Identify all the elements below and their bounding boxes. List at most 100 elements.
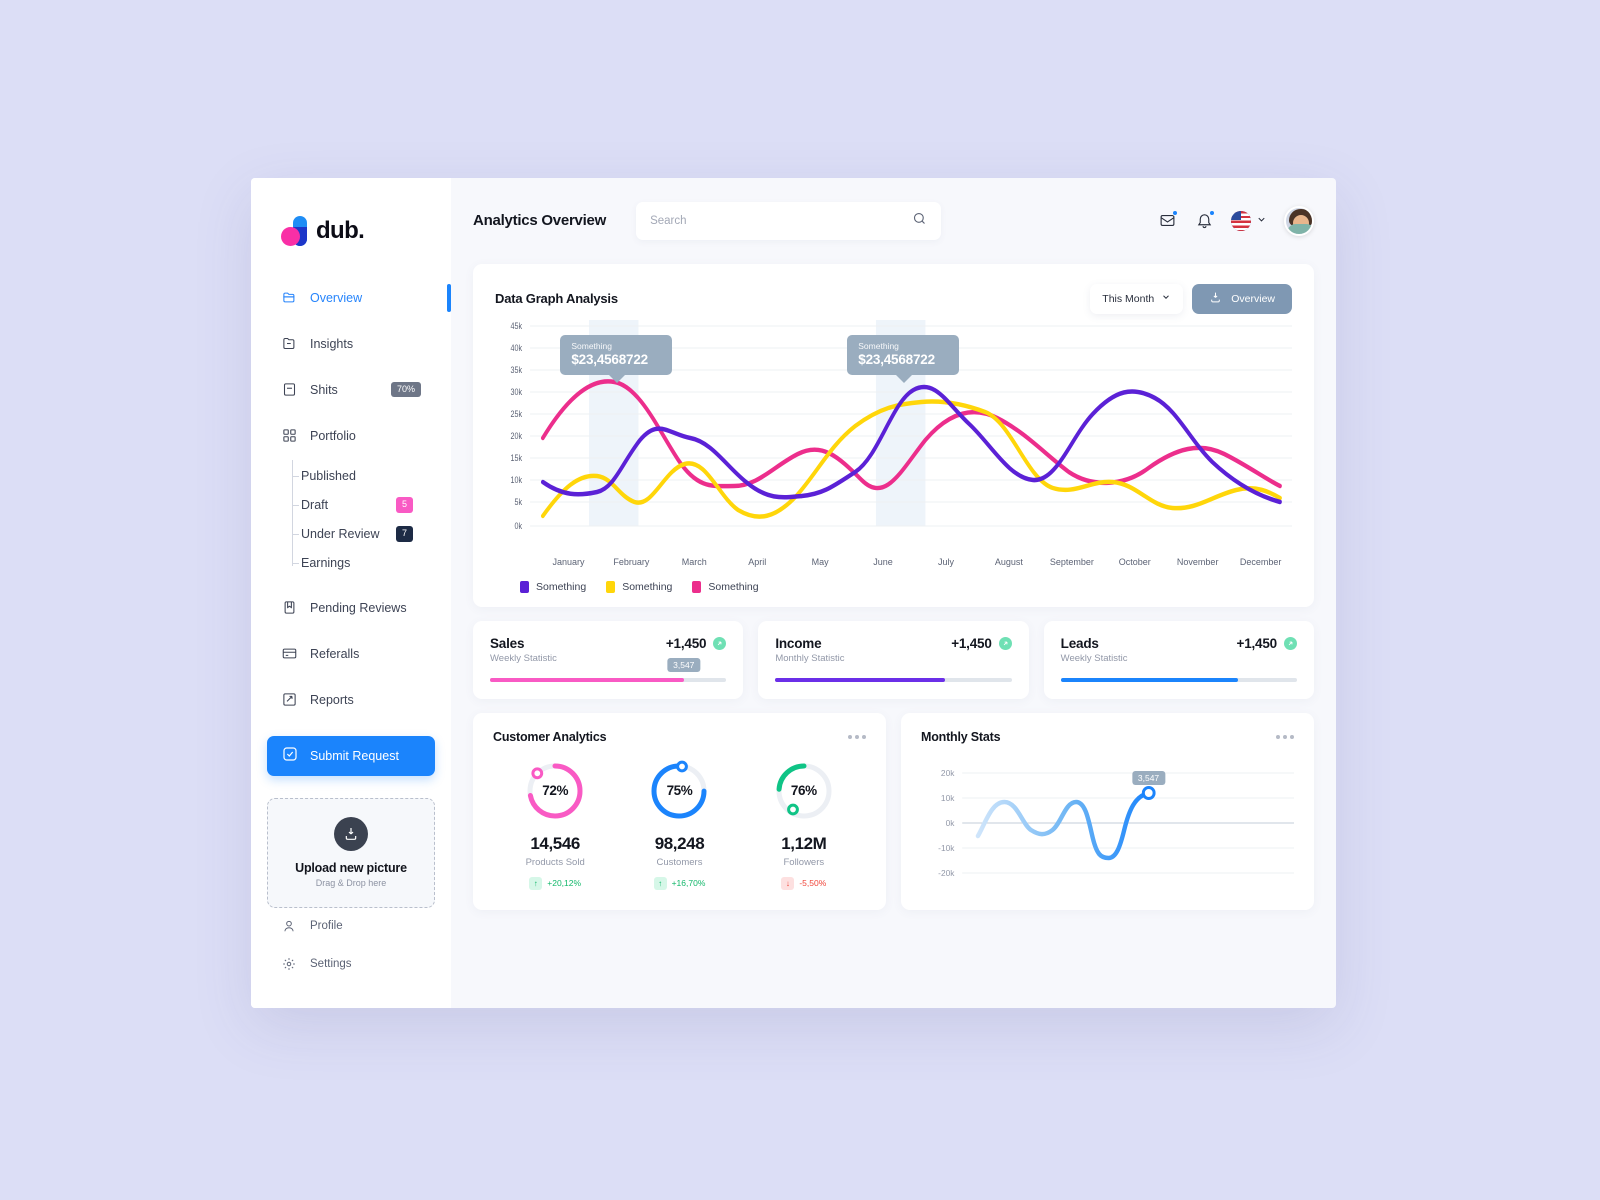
stat-subtitle: Weekly Statistic [490,652,557,664]
sidebar: dub. Overview Insights Shits 70% Portfol… [251,177,451,1008]
sidebar-subitem-label: Published [301,469,356,483]
brand-logo[interactable]: dub. [251,215,451,246]
legend-item[interactable]: Something [606,580,672,593]
legend-item[interactable]: Something [520,580,587,593]
sidebar-badge: 7 [395,526,413,542]
user-icon [281,918,297,934]
monthly-stats-panel: Monthly Stats 20k 10k 0k -10k -20k 3,547 [901,712,1314,910]
chart-marker-tooltip: 3,547 [1131,770,1166,785]
panel-title: Customer Analytics [493,729,607,744]
donut-delta: ↑ +20,12% [529,876,582,890]
sidebar-item-label: Pending Reviews [310,600,407,615]
portfolio-subnav: Published Draft 5 Under Review 7 Earning… [267,459,435,578]
donut-chart: 72% [524,760,586,822]
sidebar-subitem-draft[interactable]: Draft 5 [292,491,435,520]
bell-badge-dot [1209,209,1215,216]
overview-label: Overview [1231,292,1275,305]
date-range-label: This Month [1102,292,1155,305]
x-tick: April [748,556,767,567]
legend-item[interactable]: Something [692,580,759,593]
chart-header: Data Graph Analysis This Month Overview [495,283,1292,314]
stat-title: Sales [490,635,525,651]
sidebar-subitem-earnings[interactable]: Earnings [292,549,435,578]
arrow-up-icon: ↑ [653,876,667,890]
submit-request-label: Submit Request [310,748,399,763]
dub-logo-icon [281,215,307,246]
donut-label: Customers [656,856,703,868]
search-icon[interactable] [912,211,927,231]
svg-text:10k: 10k [941,792,955,802]
progress-fill [490,677,684,682]
document-icon [281,382,297,398]
sidebar-item-profile[interactable]: Profile [267,910,435,942]
avatar[interactable] [1284,205,1314,236]
donut-number: 1,12M [781,833,827,853]
submit-request-button[interactable]: Submit Request [267,735,435,776]
active-indicator [447,283,451,312]
donut-followers: 76% 1,12M Followers ↓ -5,50% [742,760,866,890]
stat-subtitle: Monthly Statistic [775,652,845,664]
sidebar-item-settings[interactable]: Settings [267,948,435,980]
search-box[interactable] [636,201,942,240]
search-input[interactable] [650,214,913,227]
stat-card-leads: Leads Weekly Statistic +1,450 [1043,620,1314,699]
svg-text:5k: 5k [515,497,523,507]
primary-nav: Overview Insights Shits 70% Portfolio Pu… [251,282,451,730]
delta-value: +16,70% [671,878,706,888]
progress-fill [1060,677,1238,682]
trend-up-icon [713,636,727,650]
donut-chart: 76% [773,760,835,822]
sidebar-subitem-label: Draft [301,498,329,512]
x-tick: December [1239,556,1282,567]
sidebar-item-label: Settings [310,957,352,970]
donut-number: 14,546 [530,833,580,853]
bottom-panels-row: Customer Analytics 72% 14,546 Products S… [473,712,1314,928]
mail-icon[interactable] [1157,209,1178,231]
folder-open-icon [281,290,297,306]
sidebar-badge: 5 [395,497,413,513]
donut-percent: 76% [790,783,817,798]
stat-card-income: Income Monthly Statistic +1,450 [758,620,1029,699]
sidebar-item-referalls[interactable]: Referalls [267,638,435,670]
trend-up-icon [1283,636,1297,650]
sidebar-subitem-label: Earnings [301,556,351,570]
line-chart: 45k 40k 35k 30k 25k 20k 15k 10k 5k 0k Somethi… [495,319,1292,550]
sidebar-item-pending-reviews[interactable]: Pending Reviews [267,592,435,624]
x-tick: January [552,556,585,567]
sidebar-item-portfolio[interactable]: Portfolio [267,420,435,452]
sidebar-subitem-under-review[interactable]: Under Review 7 [292,520,435,549]
donut-label: Followers [783,856,825,868]
upload-dropzone[interactable]: Upload new picture Drag & Drop here [267,797,435,908]
date-range-dropdown[interactable]: This Month [1090,283,1184,314]
sidebar-item-reports[interactable]: Reports [267,684,435,716]
sidebar-item-insights[interactable]: Insights [267,328,435,360]
sidebar-subitem-published[interactable]: Published [292,462,435,491]
panel-menu-icon[interactable] [1276,734,1294,739]
panel-menu-icon[interactable] [848,734,866,739]
legend-label: Something [536,580,587,593]
stat-value: +1,450 [665,635,707,651]
svg-text:0k: 0k [515,521,523,531]
progress-fill [775,677,946,682]
card-icon [281,646,297,662]
chart-legend: Something Something Something [520,580,1292,593]
chart-title: Data Graph Analysis [495,291,618,306]
grid-icon [281,428,297,444]
bookmark-icon [281,600,297,616]
delta-value: +20,12% [547,878,582,888]
sidebar-item-shits[interactable]: Shits 70% [267,374,435,406]
donut-products-sold: 72% 14,546 Products Sold ↑ +20,12% [493,760,617,890]
app-window: dub. Overview Insights Shits 70% Portfol… [251,177,1336,1008]
bell-icon[interactable] [1194,209,1215,231]
svg-text:45k: 45k [511,321,523,331]
check-square-icon [282,746,298,765]
sidebar-item-overview[interactable]: Overview [267,282,451,314]
svg-text:20k: 20k [941,767,955,777]
x-tick: March [681,556,707,567]
main-content: Analytics Overview Search Data Graph Ana… [451,178,1336,1008]
language-selector[interactable] [1231,210,1267,231]
x-tick: May [811,556,829,567]
overview-download-button[interactable]: Overview [1192,283,1292,314]
topbar: Analytics Overview [473,178,1314,264]
upload-title: Upload new picture [295,861,407,875]
